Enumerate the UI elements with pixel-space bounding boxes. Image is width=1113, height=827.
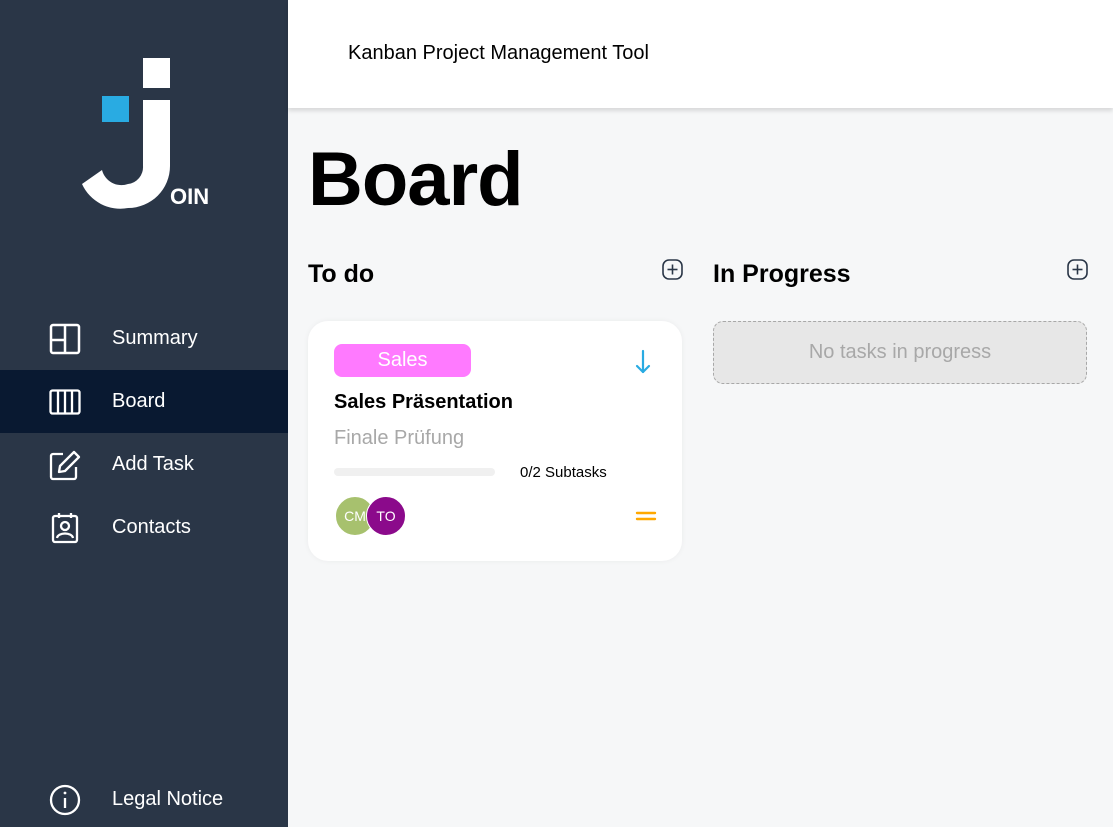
column-title-todo: To do (308, 260, 375, 288)
summary-icon (48, 322, 82, 356)
header-title: Kanban Project Management Tool (348, 42, 649, 64)
subtask-count: 0/2 Subtasks (520, 464, 607, 481)
info-icon (48, 783, 82, 817)
sidebar-item-label: Add Task (112, 453, 194, 475)
add-task-todo-button[interactable] (662, 259, 683, 280)
priority-medium-icon (635, 508, 657, 524)
add-task-icon (48, 448, 82, 482)
task-description: Finale Prüfung (334, 427, 465, 449)
task-title: Sales Präsentation (334, 391, 513, 413)
assignee-avatar: TO (366, 496, 406, 536)
sidebar-item-summary[interactable]: Summary (0, 307, 288, 370)
plus-icon (1067, 259, 1088, 280)
empty-column-placeholder: No tasks in progress (713, 321, 1087, 384)
legal-notice-label: Legal Notice (112, 788, 224, 810)
page-title: Board (308, 137, 524, 222)
contacts-icon (48, 511, 82, 545)
join-logo[interactable]: OIN (80, 56, 210, 212)
sidebar-item-label: Summary (112, 327, 198, 349)
subtask-progress-bar (334, 468, 495, 476)
add-task-in-progress-button[interactable] (1067, 259, 1088, 280)
legal-notice-link[interactable]: Legal Notice (0, 768, 288, 827)
sidebar-item-label: Contacts (112, 516, 191, 538)
sidebar-item-board[interactable]: Board (0, 370, 288, 433)
logo-text: OIN (170, 184, 209, 209)
top-header: Kanban Project Management Tool (288, 0, 1113, 108)
sidebar-item-contacts[interactable]: Contacts (0, 496, 288, 559)
sidebar: OIN Summary Board Add Task Contacts Lega… (0, 0, 288, 827)
arrow-down-icon[interactable] (631, 348, 655, 376)
task-card[interactable]: Sales Sales Präsentation Finale Prüfung … (308, 321, 682, 561)
category-badge: Sales (334, 344, 471, 377)
column-title-in-progress: In Progress (713, 260, 851, 288)
sidebar-item-label: Board (112, 390, 166, 412)
board-icon (48, 385, 82, 419)
sidebar-item-add-task[interactable]: Add Task (0, 433, 288, 496)
plus-icon (662, 259, 683, 280)
